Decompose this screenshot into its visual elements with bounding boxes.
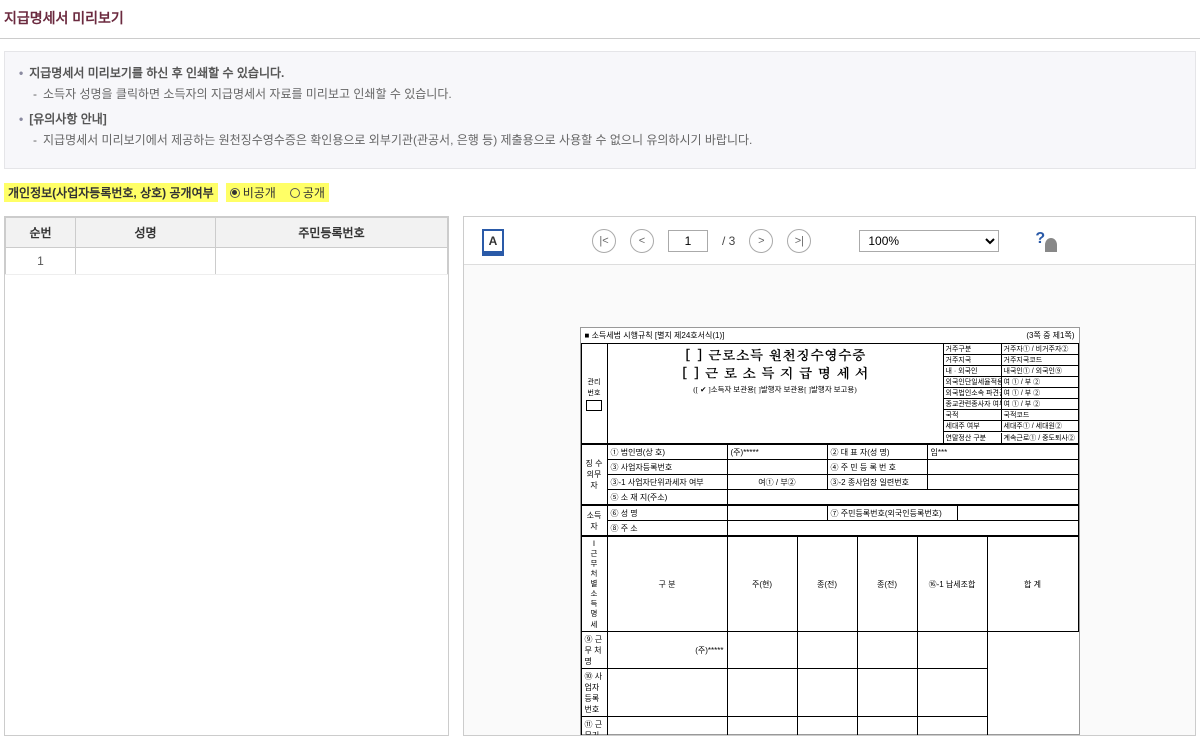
work-row: ⑪ 근무기간 <box>581 717 1078 735</box>
doc-form-ref: 소득세법 시행규칙 [별지 제24호서식(1)] <box>585 330 725 341</box>
next-page-button[interactable]: > <box>749 229 773 253</box>
viewer-toolbar: A |< < / 3 > >| 100% ? <box>464 217 1195 265</box>
doc-meta-row: 종교관련종사자 여부여 ① / 부 ② <box>944 399 1078 410</box>
prev-page-button[interactable]: < <box>630 229 654 253</box>
last-page-button[interactable]: >| <box>787 229 811 253</box>
work-row: ⑨ 근 무 처 명(주)***** <box>581 632 1078 669</box>
first-page-button[interactable]: |< <box>592 229 616 253</box>
table-row[interactable]: 1 <box>6 248 448 275</box>
privacy-row: 개인정보(사업자등록번호, 상호) 공개여부 비공개 공개 <box>4 183 1196 202</box>
earner-side: 소득자 <box>581 506 607 536</box>
document-viewer: A |< < / 3 > >| 100% ? 소득세법 시행규칙 [별지 제24 <box>463 216 1196 736</box>
work-side: Ⅰ 근 무 처 별 소 득 명 세 <box>581 537 607 632</box>
doc-subtitle: ([ ✔ ]소득자 보관용[ ]발행자 보관용[ ]발행자 보고용) <box>610 384 941 395</box>
doc-page-indicator: (3쪽 중 제1쪽) <box>1026 330 1074 341</box>
doc-meta-row: 연말정산 구분계속근로① / 중도퇴사② <box>944 432 1078 443</box>
info-line1: 지급명세서 미리보기를 하신 후 인쇄할 수 있습니다. <box>19 64 1181 81</box>
page-total: / 3 <box>722 234 735 248</box>
earner-list-panel: 순번 성명 주민등록번호 1 <box>4 216 449 736</box>
doc-title-2: [ ] 근 로 소 득 지 급 명 세 서 <box>610 364 941 382</box>
col-no: 순번 <box>6 218 76 248</box>
privacy-label: 개인정보(사업자등록번호, 상호) 공개여부 <box>4 183 218 202</box>
privacy-option-public[interactable]: 공개 <box>290 184 325 201</box>
help-icon[interactable]: ? <box>1035 230 1057 252</box>
viewer-scroll[interactable]: 소득세법 시행규칙 [별지 제24호서식(1)] (3쪽 중 제1쪽) 관리 번… <box>464 265 1195 735</box>
doc-meta-row: 거주구분거주자① / 비거주자② <box>944 344 1078 355</box>
doc-control-number-box: 관리 번호 <box>582 344 608 443</box>
doc-meta-row: 외국법인소속 파견근로자 여부여 ① / 부 ② <box>944 388 1078 399</box>
earner-table: 순번 성명 주민등록번호 1 <box>5 217 448 275</box>
doc-meta-row: 내 · 외국인내국인① / 외국인⑨ <box>944 366 1078 377</box>
earner-info-table: 소득자 ⑥ 성 명 ⑦ 주민등록번호(외국인등록번호) ⑧ 주 소 <box>581 505 1079 536</box>
radio-icon <box>290 188 300 198</box>
info-box: 지급명세서 미리보기를 하신 후 인쇄할 수 있습니다. 소득자 성명을 클릭하… <box>4 51 1196 169</box>
privacy-option-private[interactable]: 비공개 <box>230 184 276 201</box>
col-name: 성명 <box>76 218 216 248</box>
work-row: ⑩ 사업자등록번호 <box>581 669 1078 717</box>
obligor-table: 징 수 의무자 ① 법인명(상 호) (주)***** ② 대 표 자(성 명)… <box>581 444 1079 505</box>
info-notice-sub: 지급명세서 미리보기에서 제공하는 원천징수영수증은 확인용으로 외부기관(관공… <box>33 131 1181 148</box>
doc-meta-row: 국적국적코드 <box>944 410 1078 421</box>
zoom-select[interactable]: 100% <box>859 230 999 252</box>
doc-meta-row: 외국인단일세율적용여 ① / 부 ② <box>944 377 1078 388</box>
info-line1-sub: 소득자 성명을 클릭하면 소득자의 지급명세서 자료를 미리보고 인쇄할 수 있… <box>33 85 1181 102</box>
doc-title-1: [ ] 근로소득 원천징수영수증 <box>610 346 941 364</box>
info-notice-title: [유의사항 안내] <box>19 110 1181 127</box>
radio-icon <box>230 188 240 198</box>
col-rrn: 주민등록번호 <box>216 218 448 248</box>
work-income-table: Ⅰ 근 무 처 별 소 득 명 세 구 분 주(현) 종(전) 종(전) ⑯-1… <box>581 536 1079 735</box>
page-title: 지급명세서 미리보기 <box>0 0 1200 39</box>
page-input[interactable] <box>668 230 708 252</box>
document-page: 소득세법 시행규칙 [별지 제24호서식(1)] (3쪽 중 제1쪽) 관리 번… <box>580 327 1080 735</box>
doc-meta-row: 거주지국거주지국코드 <box>944 355 1078 366</box>
doc-header-meta: 거주구분거주자① / 비거주자②거주지국거주지국코드내 · 외국인내국인① / … <box>944 343 1079 444</box>
doc-meta-row: 세대주 여부세대주① / 세대원② <box>944 421 1078 432</box>
stamp-icon[interactable]: A <box>482 229 504 253</box>
obligor-side: 징 수 의무자 <box>581 445 607 505</box>
